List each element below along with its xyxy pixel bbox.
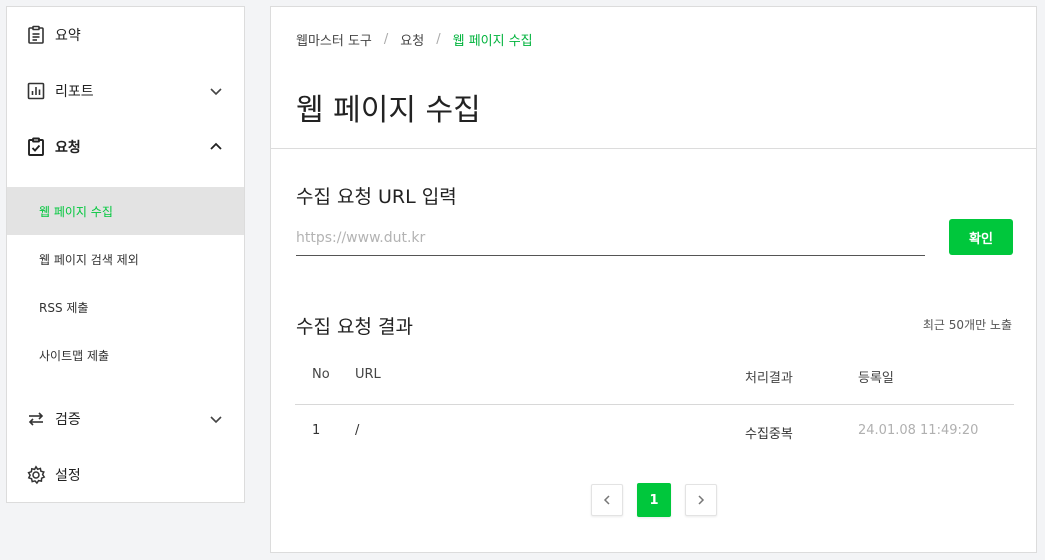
prev-page-button[interactable] — [591, 484, 623, 516]
sidebar-item-verify[interactable]: 검증 — [7, 391, 244, 447]
breadcrumb: 웹마스터 도구 / 요청 / 웹 페이지 수집 — [296, 30, 533, 49]
sidebar-item-report[interactable]: 리포트 — [7, 63, 244, 119]
sidebar-item-settings[interactable]: 설정 — [7, 447, 244, 503]
column-header-result: 처리결과 — [745, 371, 793, 386]
sidebar-item-label: 리포트 — [55, 84, 94, 100]
column-header-no: No — [312, 367, 330, 382]
chevron-up-icon[interactable] — [208, 139, 224, 155]
sidebar-item-summary[interactable]: 요약 — [7, 7, 244, 63]
request-section-title: 수집 요청 URL 입력 — [296, 186, 457, 208]
recent-limit-note: 최근 50개만 노출 — [922, 318, 1012, 332]
chevron-down-icon[interactable] — [208, 83, 224, 99]
chart-icon — [25, 80, 47, 102]
sidebar-item-request[interactable]: 요청 — [7, 119, 244, 175]
sidebar-subitem-rss-submit[interactable]: RSS 제출 — [7, 283, 244, 331]
breadcrumb-item-current: 웹 페이지 수집 — [452, 34, 533, 49]
chevron-down-icon[interactable] — [208, 411, 224, 427]
breadcrumb-separator: / — [383, 32, 389, 47]
gear-icon — [25, 464, 47, 486]
main-panel: 웹마스터 도구 / 요청 / 웹 페이지 수집 웹 페이지 수집 수집 요청 U… — [270, 6, 1037, 553]
next-page-button[interactable] — [685, 484, 717, 516]
cell-url: / — [355, 423, 360, 438]
column-header-date: 등록일 — [858, 371, 894, 386]
sidebar-subitem-web-page-exclude[interactable]: 웹 페이지 검색 제외 — [7, 235, 244, 283]
result-section-title: 수집 요청 결과 — [296, 316, 413, 338]
cell-no: 1 — [312, 423, 321, 438]
sidebar: 요약 리포트 요청 웹 페이지 수집 웹 페이지 검색 제외 RSS 제출 사이… — [6, 6, 245, 503]
header-divider — [271, 148, 1036, 149]
page-title: 웹 페이지 수집 — [296, 93, 481, 128]
sidebar-item-label: 검증 — [55, 412, 81, 428]
table-header-divider — [295, 404, 1014, 405]
breadcrumb-item-webmaster-tools[interactable]: 웹마스터 도구 — [296, 30, 372, 49]
clipboard-check-icon — [25, 136, 47, 158]
sidebar-item-label: 설정 — [55, 468, 81, 484]
column-header-url: URL — [355, 367, 381, 382]
cell-result: 수집중복 — [745, 427, 793, 442]
url-input[interactable] — [296, 221, 925, 256]
sidebar-item-label: 요청 — [55, 140, 81, 156]
sync-icon — [25, 408, 47, 430]
chevron-right-icon — [695, 491, 707, 510]
chevron-left-icon — [601, 491, 613, 510]
sidebar-item-label: 요약 — [55, 28, 81, 44]
breadcrumb-item-request[interactable]: 요청 — [400, 30, 424, 49]
sidebar-subitem-sitemap-submit[interactable]: 사이트맵 제출 — [7, 331, 244, 379]
sidebar-subitem-web-page-collect[interactable]: 웹 페이지 수집 — [7, 187, 244, 235]
confirm-button[interactable]: 확인 — [949, 219, 1013, 255]
cell-date: 24.01.08 11:49:20 — [858, 423, 979, 438]
breadcrumb-separator: / — [436, 32, 441, 47]
clipboard-icon — [25, 24, 47, 46]
page-button-1[interactable]: 1 — [637, 483, 671, 517]
